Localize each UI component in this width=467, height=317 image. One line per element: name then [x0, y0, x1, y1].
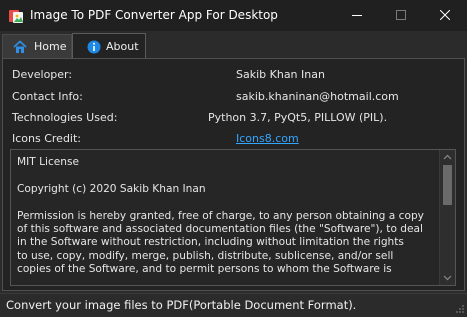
license-textbox[interactable]: MIT License Copyright (c) 2020 Sakib Kha…	[10, 149, 456, 286]
developer-label: Developer:	[12, 68, 73, 81]
home-icon	[13, 40, 27, 54]
tab-home-label: Home	[34, 40, 67, 53]
tab-bar: Home About	[0, 31, 467, 58]
resize-grip-icon[interactable]	[455, 304, 465, 314]
close-button[interactable]	[423, 0, 467, 31]
license-text: MIT License Copyright (c) 2020 Sakib Kha…	[17, 156, 424, 276]
developer-value: Sakib Khan Inan	[236, 68, 325, 81]
about-panel: Developer: Sakib Khan Inan Contact Info:…	[2, 58, 465, 291]
app-logo-icon	[8, 8, 24, 24]
tab-about-label: About	[106, 40, 139, 53]
scroll-down-arrow-icon	[443, 275, 452, 281]
icons-credit-label: Icons Credit:	[12, 132, 82, 145]
tab-about[interactable]: About	[72, 33, 146, 58]
license-scrollbar[interactable]	[439, 150, 455, 285]
status-text: Convert your image files to PDF(Portable…	[6, 298, 357, 312]
maximize-icon	[396, 10, 406, 20]
window-title: Image To PDF Converter App For Desktop	[30, 8, 278, 22]
status-bar: Convert your image files to PDF(Portable…	[0, 293, 467, 316]
app-window: Image To PDF Converter App For Desktop H…	[0, 0, 467, 316]
scrollbar-thumb[interactable]	[443, 165, 452, 205]
scroll-up-button[interactable]	[440, 150, 455, 165]
minimize-button[interactable]	[335, 0, 379, 31]
contact-value: sakib.khaninan@hotmail.com	[236, 90, 399, 103]
title-bar[interactable]: Image To PDF Converter App For Desktop	[0, 0, 467, 31]
maximize-button[interactable]	[379, 0, 423, 31]
icons-credit-link[interactable]: Icons8.com	[236, 132, 299, 145]
technologies-value: Python 3.7, PyQt5, PILLOW (PIL).	[208, 111, 388, 124]
minimize-icon	[352, 15, 362, 16]
contact-label: Contact Info:	[12, 90, 83, 103]
scroll-down-button[interactable]	[440, 270, 455, 285]
scroll-up-arrow-icon	[443, 154, 452, 160]
technologies-label: Technologies Used:	[12, 111, 118, 124]
close-icon	[440, 10, 450, 20]
tab-home[interactable]: Home	[2, 34, 72, 58]
info-icon	[87, 40, 101, 54]
